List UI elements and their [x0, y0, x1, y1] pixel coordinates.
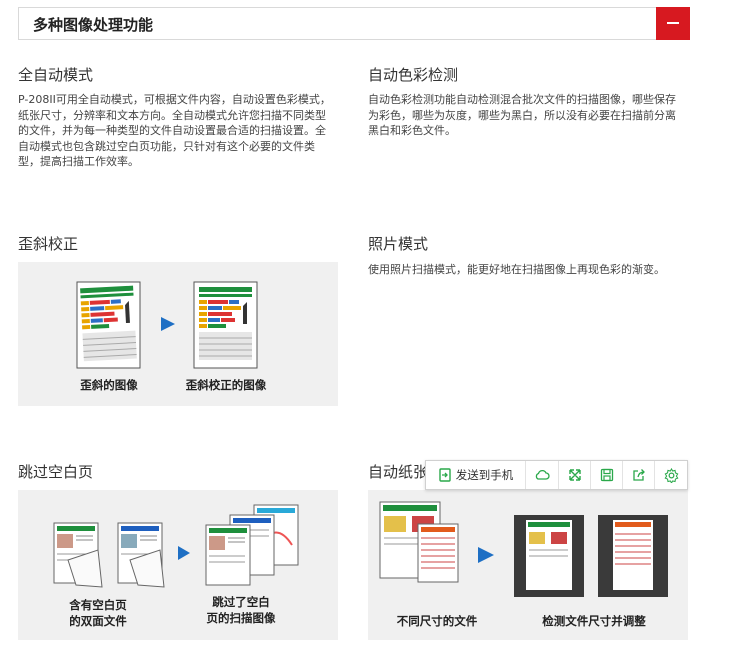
settings-button[interactable] — [655, 461, 687, 489]
fullscreen-icon — [568, 469, 581, 481]
color-detect-description: 自动色彩检测功能自动检测混合批次文件的扫描图像，哪些保存为彩色，哪些为灰度，哪些… — [368, 93, 676, 137]
fullscreen-button[interactable] — [559, 461, 591, 489]
section-header: 多种图像处理功能 — [18, 7, 690, 40]
share-icon — [632, 469, 645, 481]
minus-icon — [667, 22, 679, 24]
photo-mode-description: 使用照片扫描模式，能更好地在扫描图像上再现色彩的渐变。 — [368, 263, 665, 276]
share-button[interactable] — [623, 461, 655, 489]
auto-size-after-caption: 检测文件尺寸并调整 — [542, 614, 646, 628]
mixed-size-documents-image — [379, 501, 459, 583]
send-to-phone-label: 发送到手机 — [455, 468, 514, 482]
deskew-title: 歪斜校正 — [18, 235, 79, 253]
duplex-documents-image — [53, 522, 165, 588]
save-button[interactable] — [591, 461, 623, 489]
deskew-illustration: 歪斜的图像 歪斜校正的图像 — [18, 262, 338, 406]
send-to-phone-button[interactable]: 发送到手机 — [426, 461, 526, 489]
skip-blank-after-caption-line1: 跳过了空白 — [212, 595, 270, 609]
arrow-right-icon — [178, 546, 190, 560]
cloud-icon — [535, 469, 550, 480]
send-to-phone-icon — [439, 468, 451, 482]
save-icon — [600, 468, 613, 482]
auto-mode-description: P-208II可用全自动模式，可根据文件内容，自动设置色彩模式，纸张尺寸，分辨率… — [18, 93, 331, 168]
photo-mode-title: 照片模式 — [368, 235, 429, 253]
skip-blank-before-caption-line2: 的双面文件 — [69, 614, 127, 628]
auto-size-illustration: 不同尺寸的文件 检测文件尺寸并调整 — [368, 490, 688, 640]
detected-documents-image — [514, 515, 668, 597]
auto-size-before-caption: 不同尺寸的文件 — [396, 614, 478, 628]
skewed-document-image — [76, 281, 141, 369]
skip-blank-after-caption: 跳过了空白 页的扫描图像 — [196, 594, 286, 626]
auto-size-title: 自动纸张 — [368, 463, 429, 481]
arrow-right-icon — [478, 547, 494, 563]
arrow-right-icon — [161, 317, 175, 331]
skip-blank-before-caption-line1: 含有空白页 — [69, 598, 127, 612]
deskew-before-caption: 歪斜的图像 — [80, 378, 138, 392]
share-toolbar: 发送到手机 — [425, 460, 688, 490]
auto-mode-title: 全自动模式 — [18, 66, 94, 84]
skip-blank-illustration: 含有空白页 的双面文件 跳过了空白 页的扫描图像 — [18, 490, 338, 640]
scanned-pages-image — [205, 504, 299, 586]
cloud-button[interactable] — [526, 461, 559, 489]
deskew-after-caption: 歪斜校正的图像 — [185, 378, 267, 392]
collapse-button[interactable] — [656, 7, 690, 40]
skip-blank-after-caption-line2: 页的扫描图像 — [206, 611, 276, 625]
skip-blank-before-caption: 含有空白页 的双面文件 — [58, 597, 138, 629]
section-title: 多种图像处理功能 — [33, 16, 154, 34]
skip-blank-title: 跳过空白页 — [18, 463, 94, 481]
settings-icon — [664, 467, 678, 483]
corrected-document-image — [193, 281, 258, 369]
color-detect-title: 自动色彩检测 — [368, 66, 459, 84]
